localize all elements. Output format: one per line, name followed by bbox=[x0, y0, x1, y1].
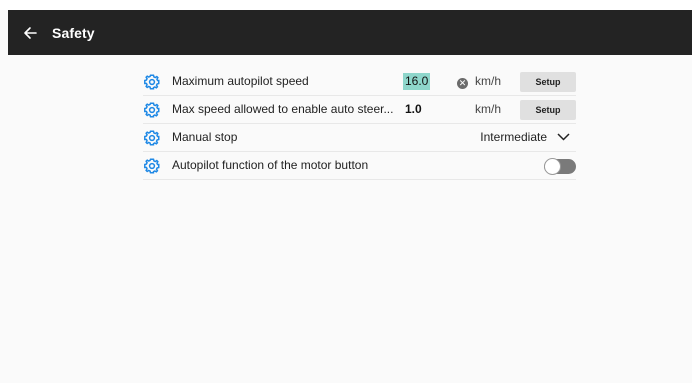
chevron-down-icon bbox=[557, 133, 570, 141]
arrow-left-icon bbox=[24, 26, 37, 39]
dropdown-selected-value: Intermediate bbox=[480, 130, 547, 144]
page-title: Safety bbox=[52, 24, 95, 41]
unit-label: km/h bbox=[475, 74, 502, 88]
manual-stop-dropdown[interactable]: Intermediate bbox=[480, 130, 570, 144]
setting-row-motor-button-autopilot: Autopilot function of the motor button bbox=[143, 153, 576, 180]
setup-button[interactable]: Setup bbox=[520, 100, 576, 120]
gear-icon bbox=[144, 102, 160, 118]
max-speed-value-field[interactable]: 16.0 bbox=[403, 73, 431, 90]
auto-steer-speed-value[interactable]: 1.0 bbox=[405, 102, 422, 116]
gear-icon bbox=[144, 130, 160, 146]
back-button[interactable] bbox=[8, 10, 52, 55]
app-bar: Safety bbox=[8, 10, 692, 55]
clear-icon[interactable]: ✕ bbox=[457, 78, 468, 89]
setting-label: Maximum autopilot speed bbox=[172, 74, 309, 88]
setting-row-manual-stop: Manual stop Intermediate bbox=[143, 125, 576, 152]
gear-icon bbox=[144, 74, 160, 90]
gear-icon bbox=[144, 158, 160, 174]
setting-row-max-autopilot-speed: Maximum autopilot speed 16.0 ✕ km/h Setu… bbox=[143, 69, 576, 96]
setup-button[interactable]: Setup bbox=[520, 72, 576, 92]
setting-label: Max speed allowed to enable auto steer..… bbox=[172, 102, 394, 116]
motor-button-autopilot-toggle[interactable] bbox=[544, 158, 576, 175]
unit-label: km/h bbox=[475, 102, 502, 116]
setting-row-max-speed-auto-steer: Max speed allowed to enable auto steer..… bbox=[143, 97, 576, 124]
setting-label: Autopilot function of the motor button bbox=[172, 158, 369, 172]
toggle-knob bbox=[544, 158, 561, 175]
setting-label: Manual stop bbox=[172, 130, 238, 144]
settings-panel: Maximum autopilot speed 16.0 ✕ km/h Setu… bbox=[8, 55, 692, 383]
status-strip bbox=[0, 0, 692, 10]
